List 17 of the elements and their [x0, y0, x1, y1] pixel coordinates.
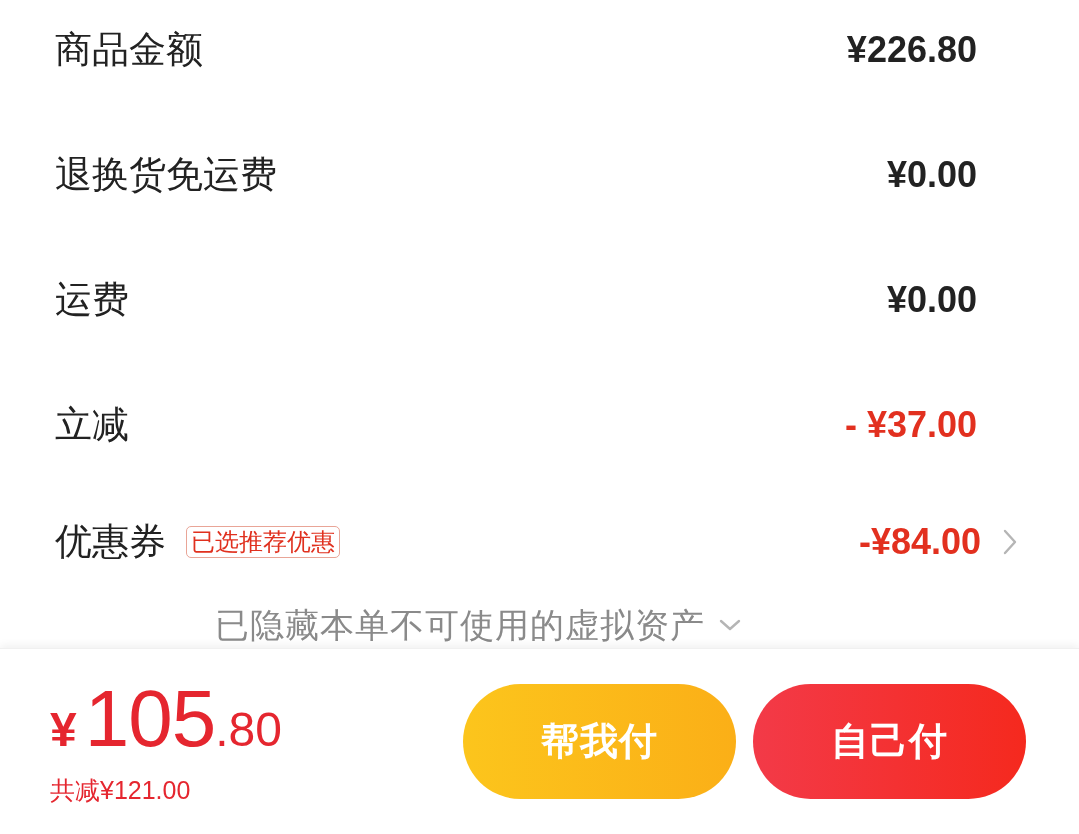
hidden-assets-link[interactable]: 已隐藏本单不可使用的虚拟资产	[215, 608, 705, 642]
row-label: 优惠券	[55, 519, 166, 564]
row-label: 立减	[55, 402, 129, 447]
coupon-tag: 已选推荐优惠	[186, 526, 340, 558]
total-price: ¥105.80	[50, 678, 282, 759]
row-label: 商品金额	[55, 27, 203, 72]
chevron-down-icon[interactable]	[719, 619, 741, 631]
saving-text: 共减¥121.00	[50, 776, 192, 805]
amount-value: ¥226.80	[846, 28, 977, 72]
row-label: 退换货免运费	[55, 152, 277, 197]
discount-value: - ¥37.00	[844, 403, 977, 447]
amount-value: ¥0.00	[886, 153, 977, 197]
chevron-right-icon[interactable]	[1003, 529, 1017, 555]
row-label: 运费	[55, 277, 129, 322]
discount-value[interactable]: -¥84.00	[858, 520, 981, 564]
pay-myself-button[interactable]: 自己付	[753, 684, 1026, 799]
amount-value: ¥0.00	[886, 278, 977, 322]
